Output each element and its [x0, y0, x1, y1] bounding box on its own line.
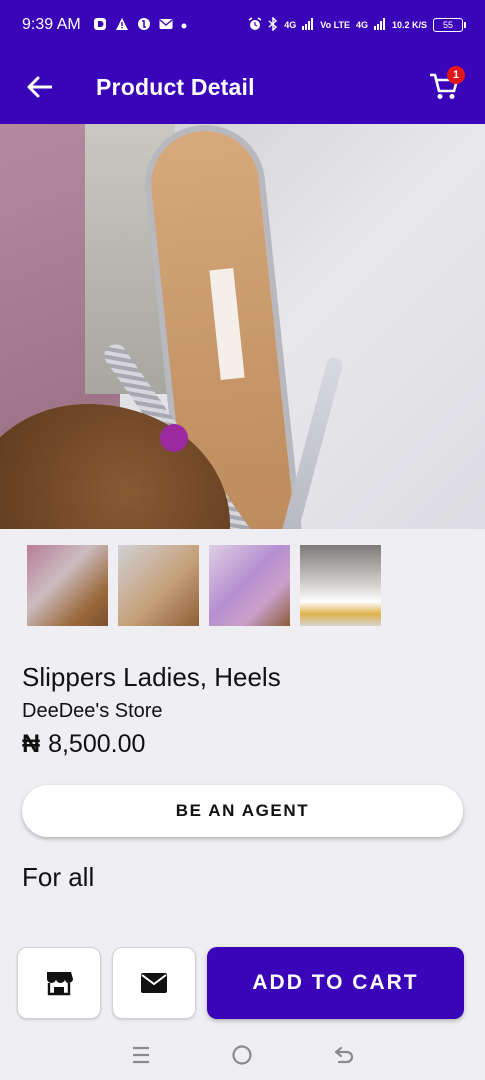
network-label-1: 4G	[284, 19, 297, 30]
warning-icon	[115, 17, 129, 33]
store-icon	[47, 972, 73, 996]
system-nav-bar	[0, 1030, 485, 1080]
app-screen: 9:39 AM 4G Vo LTE 4G 10.2 K/S 55 Product…	[0, 0, 485, 1080]
mail-icon	[159, 18, 173, 32]
cart-button[interactable]: 1	[427, 66, 465, 104]
battery-indicator: 55	[433, 18, 466, 32]
store-name[interactable]: DeeDee's Store	[22, 700, 163, 723]
thumbnail-2[interactable]	[118, 545, 199, 626]
thumbnail-3[interactable]	[209, 545, 290, 626]
network-label-3: 4G	[355, 19, 368, 30]
envelope-icon	[141, 973, 167, 993]
status-bar: 9:39 AM 4G Vo LTE 4G 10.2 K/S 55	[0, 0, 485, 50]
add-to-cart-button[interactable]: ADD TO CART	[207, 947, 464, 1019]
thumbnail-1[interactable]	[27, 545, 108, 626]
signal-1-icon	[302, 18, 314, 32]
page-title: Product Detail	[96, 73, 255, 100]
product-price: ₦ 8,500.00	[22, 730, 145, 759]
battery-level: 55	[442, 20, 453, 30]
store-button[interactable]	[17, 947, 101, 1019]
product-description: For all	[22, 862, 95, 892]
nail-polish	[160, 424, 188, 452]
alarm-icon	[248, 17, 262, 33]
bottom-actions: ADD TO CART	[17, 947, 464, 1019]
menu-icon	[132, 1046, 149, 1064]
status-right: 4G Vo LTE 4G 10.2 K/S 55	[248, 16, 466, 33]
cart-badge: 1	[447, 66, 465, 84]
network-label-2: Vo LTE	[320, 19, 350, 30]
product-name: Slippers Ladies, Heels	[22, 662, 281, 692]
thumbnail-strip	[27, 545, 381, 626]
thumbnail-4[interactable]	[300, 545, 381, 626]
home-button[interactable]	[222, 1035, 262, 1075]
truecaller-icon	[137, 17, 151, 33]
status-left: 9:39 AM	[22, 16, 187, 34]
recent-apps-button[interactable]	[121, 1035, 161, 1075]
bluetooth-icon	[268, 16, 278, 33]
more-notifications-dot-icon	[181, 19, 187, 31]
app-notification-icon	[93, 17, 107, 33]
home-circle-icon	[232, 1045, 253, 1065]
back-button[interactable]	[24, 72, 54, 102]
be-an-agent-button[interactable]: BE AN AGENT	[22, 785, 463, 837]
signal-2-icon	[373, 18, 386, 32]
product-image-carousel[interactable]	[0, 124, 485, 529]
back-arrow-icon	[27, 76, 52, 98]
currency-symbol: ₦	[22, 730, 41, 758]
back-nav-icon	[335, 1046, 354, 1064]
price-value: 8,500.00	[48, 730, 146, 758]
message-button[interactable]	[112, 947, 196, 1019]
back-nav-button[interactable]	[324, 1035, 364, 1075]
network-speed: 10.2 K/S	[391, 19, 427, 30]
status-time: 9:39 AM	[22, 16, 81, 33]
app-bar: Product Detail 1	[0, 50, 485, 124]
